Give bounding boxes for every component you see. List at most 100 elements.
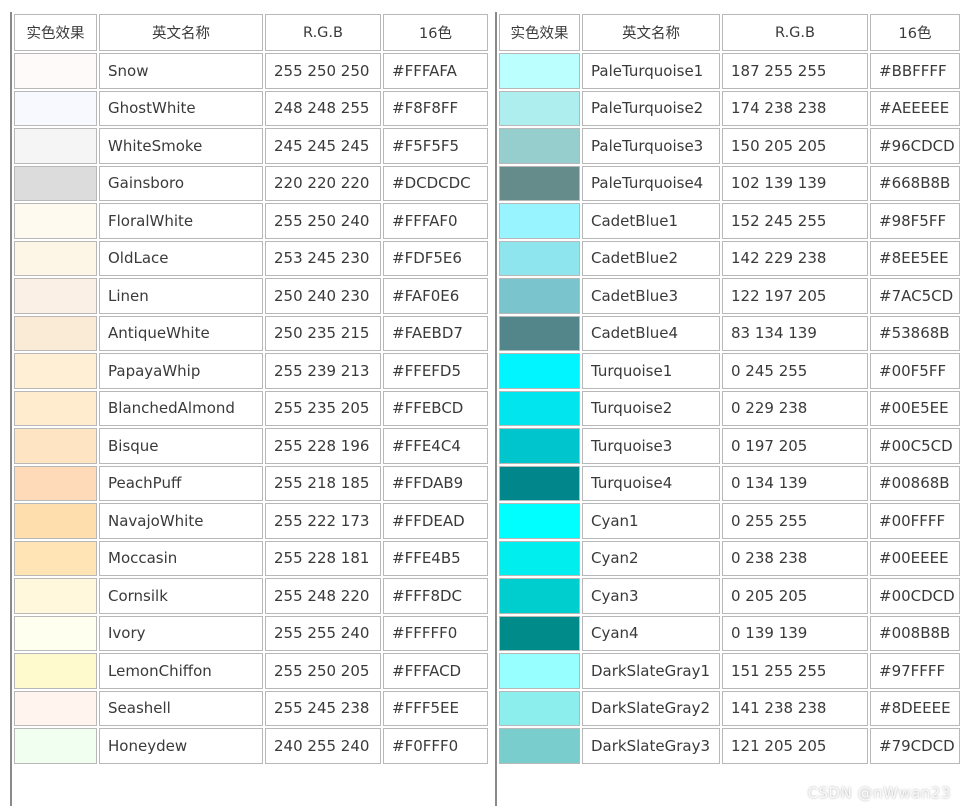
hex-value-cell: #668B8B xyxy=(870,165,960,201)
rgb-value-cell: 240 255 240 xyxy=(265,728,381,764)
rgb-value-cell: 0 139 139 xyxy=(722,615,868,651)
color-table-right-panel: 实色效果 英文名称 R.G.B 16色 PaleTurquoise1 187 25… xyxy=(495,12,963,806)
header-name: 英文名称 xyxy=(582,14,720,51)
rgb-value-cell: 0 255 255 xyxy=(722,503,868,539)
color-table-right: 实色效果 英文名称 R.G.B 16色 PaleTurquoise1 187 25… xyxy=(497,12,962,766)
table-row: PaleTurquoise4 102 139 139 #668B8B xyxy=(499,165,960,201)
color-swatch xyxy=(14,390,97,426)
rgb-value-cell: 142 229 238 xyxy=(722,240,868,276)
table-row: CadetBlue1 152 245 255 #98F5FF xyxy=(499,203,960,239)
color-name-cell: CadetBlue3 xyxy=(582,278,720,314)
hex-value-cell: #00F5FF xyxy=(870,353,960,389)
rgb-value-cell: 152 245 255 xyxy=(722,203,868,239)
color-name-cell: PaleTurquoise3 xyxy=(582,128,720,164)
color-swatch xyxy=(499,203,580,239)
color-swatch xyxy=(14,653,97,689)
table-row: Cornsilk 255 248 220 #FFF8DC xyxy=(14,578,488,614)
table-row: DarkSlateGray1 151 255 255 #97FFFF xyxy=(499,653,960,689)
color-swatch xyxy=(499,278,580,314)
table-row: WhiteSmoke 245 245 245 #F5F5F5 xyxy=(14,128,488,164)
csdn-watermark: CSDN @nWwan23 xyxy=(807,784,951,802)
hex-value-cell: #00EEEE xyxy=(870,540,960,576)
header-rgb: R.G.B xyxy=(722,14,868,51)
color-swatch xyxy=(499,615,580,651)
color-name-cell: Turquoise4 xyxy=(582,465,720,501)
color-swatch xyxy=(14,128,97,164)
color-name-cell: PaleTurquoise2 xyxy=(582,90,720,126)
table-row: CadetBlue4 83 134 139 #53868B xyxy=(499,315,960,351)
table-row: PeachPuff 255 218 185 #FFDAB9 xyxy=(14,465,488,501)
table-row: Turquoise3 0 197 205 #00C5CD xyxy=(499,428,960,464)
rgb-value-cell: 0 238 238 xyxy=(722,540,868,576)
hex-value-cell: #F8F8FF xyxy=(383,90,488,126)
hex-value-cell: #FFFAF0 xyxy=(383,203,488,239)
color-swatch xyxy=(14,690,97,726)
rgb-value-cell: 122 197 205 xyxy=(722,278,868,314)
color-name-cell: Linen xyxy=(99,278,263,314)
hex-value-cell: #FAEBD7 xyxy=(383,315,488,351)
rgb-value-cell: 83 134 139 xyxy=(722,315,868,351)
hex-value-cell: #FFDAB9 xyxy=(383,465,488,501)
color-swatch xyxy=(499,428,580,464)
table-row: Cyan2 0 238 238 #00EEEE xyxy=(499,540,960,576)
rgb-value-cell: 255 245 238 xyxy=(265,690,381,726)
rgb-value-cell: 255 239 213 xyxy=(265,353,381,389)
table-row: Ivory 255 255 240 #FFFFF0 xyxy=(14,615,488,651)
hex-value-cell: #FFDEAD xyxy=(383,503,488,539)
color-swatch xyxy=(499,90,580,126)
color-name-cell: Seashell xyxy=(99,690,263,726)
hex-value-cell: #53868B xyxy=(870,315,960,351)
color-name-cell: CadetBlue2 xyxy=(582,240,720,276)
table-row: Cyan3 0 205 205 #00CDCD xyxy=(499,578,960,614)
color-swatch xyxy=(499,128,580,164)
color-swatch xyxy=(499,653,580,689)
color-name-cell: LemonChiffon xyxy=(99,653,263,689)
hex-value-cell: #FFE4C4 xyxy=(383,428,488,464)
rgb-value-cell: 255 235 205 xyxy=(265,390,381,426)
color-swatch xyxy=(499,503,580,539)
rgb-value-cell: 250 235 215 xyxy=(265,315,381,351)
table-row: LemonChiffon 255 250 205 #FFFACD xyxy=(14,653,488,689)
hex-value-cell: #96CDCD xyxy=(870,128,960,164)
table-row: DarkSlateGray2 141 238 238 #8DEEEE xyxy=(499,690,960,726)
table-row: CadetBlue2 142 229 238 #8EE5EE xyxy=(499,240,960,276)
table-row: PaleTurquoise1 187 255 255 #BBFFFF xyxy=(499,53,960,89)
header-row: 实色效果 英文名称 R.G.B 16色 xyxy=(499,14,960,51)
hex-value-cell: #FFFAFA xyxy=(383,53,488,89)
hex-value-cell: #00C5CD xyxy=(870,428,960,464)
color-name-cell: Moccasin xyxy=(99,540,263,576)
table-row: Linen 250 240 230 #FAF0E6 xyxy=(14,278,488,314)
color-swatch xyxy=(499,690,580,726)
rgb-value-cell: 255 248 220 xyxy=(265,578,381,614)
rgb-value-cell: 253 245 230 xyxy=(265,240,381,276)
table-row: Gainsboro 220 220 220 #DCDCDC xyxy=(14,165,488,201)
color-table-left-panel: 实色效果 英文名称 R.G.B 16色 Snow 255 250 250 #FFFA… xyxy=(10,12,494,806)
table-row: CadetBlue3 122 197 205 #7AC5CD xyxy=(499,278,960,314)
color-swatch xyxy=(499,578,580,614)
color-name-cell: GhostWhite xyxy=(99,90,263,126)
color-name-cell: CadetBlue4 xyxy=(582,315,720,351)
color-swatch xyxy=(14,728,97,764)
hex-value-cell: #F5F5F5 xyxy=(383,128,488,164)
color-rows-left: Snow 255 250 250 #FFFAFA GhostWhite 248 248 … xyxy=(14,53,488,764)
hex-value-cell: #BBFFFF xyxy=(870,53,960,89)
rgb-value-cell: 255 255 240 xyxy=(265,615,381,651)
table-row: Turquoise1 0 245 255 #00F5FF xyxy=(499,353,960,389)
table-row: Snow 255 250 250 #FFFAFA xyxy=(14,53,488,89)
color-swatch xyxy=(499,353,580,389)
rgb-value-cell: 255 250 240 xyxy=(265,203,381,239)
color-swatch xyxy=(499,240,580,276)
color-name-cell: Turquoise1 xyxy=(582,353,720,389)
rgb-value-cell: 102 139 139 xyxy=(722,165,868,201)
color-name-cell: Gainsboro xyxy=(99,165,263,201)
color-swatch xyxy=(14,353,97,389)
hex-value-cell: #00CDCD xyxy=(870,578,960,614)
rgb-value-cell: 255 218 185 xyxy=(265,465,381,501)
table-row: Honeydew 240 255 240 #F0FFF0 xyxy=(14,728,488,764)
rgb-value-cell: 255 222 173 xyxy=(265,503,381,539)
color-name-cell: PeachPuff xyxy=(99,465,263,501)
color-name-cell: DarkSlateGray2 xyxy=(582,690,720,726)
hex-value-cell: #DCDCDC xyxy=(383,165,488,201)
color-rows-right: PaleTurquoise1 187 255 255 #BBFFFF PaleTurq… xyxy=(499,53,960,764)
table-row: Turquoise4 0 134 139 #00868B xyxy=(499,465,960,501)
